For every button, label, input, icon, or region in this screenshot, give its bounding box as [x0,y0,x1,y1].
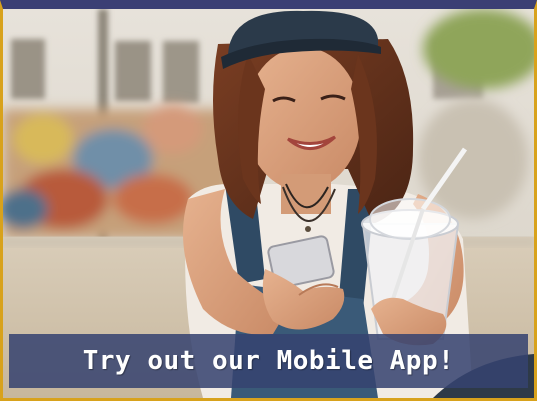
promo-card[interactable]: Try out our Mobile App! [0,0,537,401]
promo-banner-text: Try out our Mobile App! [82,346,455,376]
promo-banner[interactable]: Try out our Mobile App! [9,334,528,388]
